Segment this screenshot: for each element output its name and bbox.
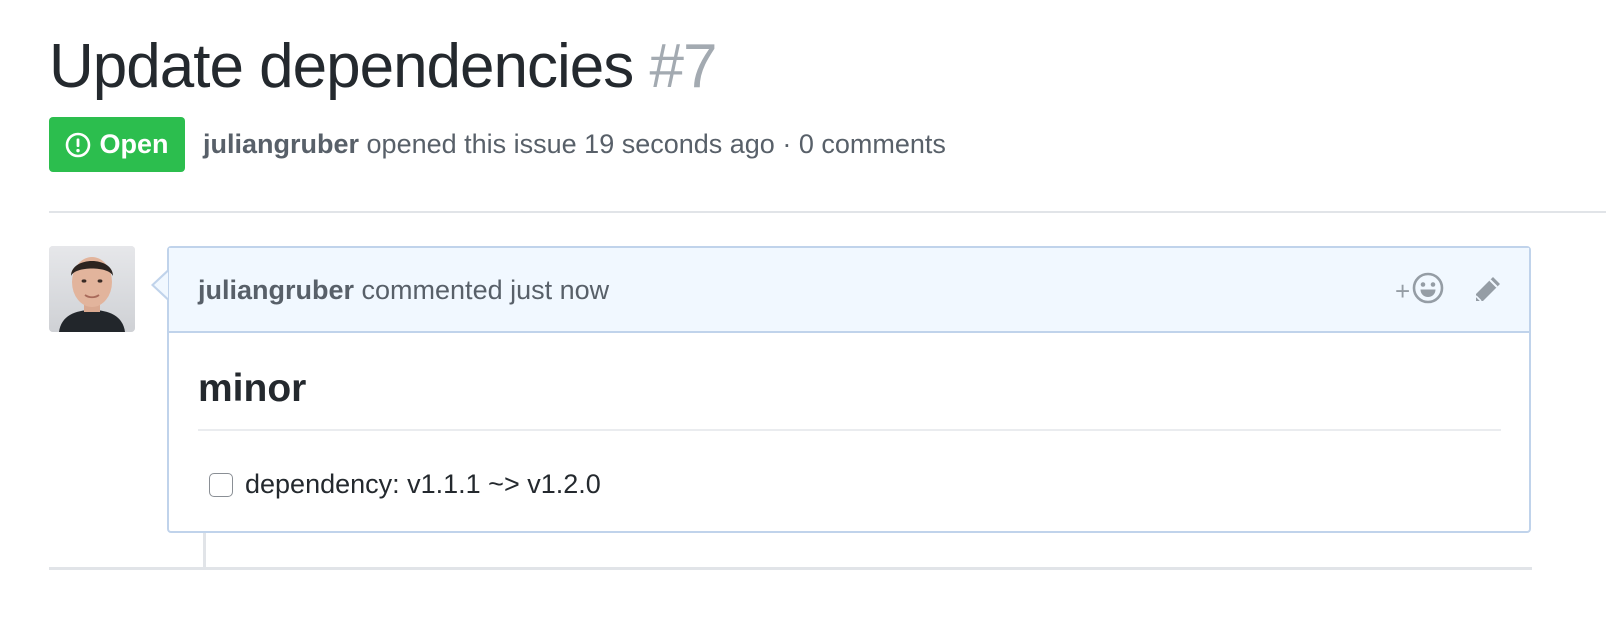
comment-arrow-fill [154, 272, 168, 298]
comment-body: minor dependency: v1.1.1 ~> v1.2.0 [198, 333, 1501, 500]
avatar[interactable] [49, 246, 135, 332]
header-divider [49, 211, 1606, 213]
comment-box: juliangruber commented just now + minor … [167, 246, 1531, 533]
timeline-divider [49, 567, 1532, 570]
task-item-text: dependency: v1.1.1 ~> v1.2.0 [245, 469, 601, 499]
task-list-item: dependency: v1.1.1 ~> v1.2.0 [198, 469, 1501, 500]
smiley-icon [1412, 272, 1444, 311]
reaction-plus: + [1395, 276, 1411, 306]
timeline-line [203, 533, 206, 569]
add-reaction-button[interactable]: + [1395, 272, 1444, 311]
comment-heading: minor [198, 333, 1501, 431]
issue-author-link[interactable]: juliangruber [203, 129, 359, 159]
state-badge: Open [49, 117, 185, 172]
edit-comment-button[interactable] [1471, 274, 1505, 308]
comment-header-text: juliangruber commented just now [198, 270, 609, 310]
comment-author-link[interactable]: juliangruber [198, 275, 354, 305]
issue-meta-text: opened this issue 19 seconds ago · 0 com… [366, 129, 946, 159]
issue-page: Update dependencies #7 Open juliangruber… [0, 0, 1606, 618]
issue-title-text: Update dependencies [49, 32, 634, 101]
pencil-icon [1471, 277, 1503, 310]
issue-number: #7 [649, 32, 718, 101]
comment-time: commented just now [361, 275, 610, 305]
state-label: Open [99, 129, 169, 159]
issue-meta: juliangruber opened this issue 19 second… [203, 124, 946, 164]
task-checkbox[interactable] [209, 472, 233, 497]
issue-opened-icon [65, 132, 91, 158]
issue-title: Update dependencies #7 [49, 30, 718, 104]
comment-header: juliangruber commented just now + [169, 248, 1529, 333]
